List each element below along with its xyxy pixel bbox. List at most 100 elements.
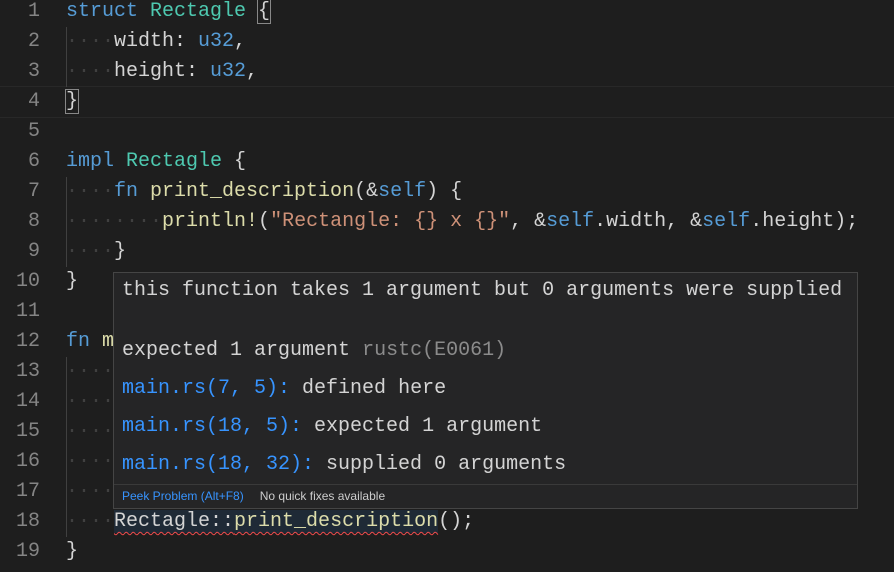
code-token: Rectagle:: (114, 510, 235, 533)
whitespace-marker: ···· (66, 240, 115, 263)
hover-status-bar: Peek Problem (Alt+F8) No quick fixes avai… (114, 484, 857, 508)
line-code: ···· (66, 447, 114, 477)
error-detail: expected 1 argument rustc(E0061) (122, 339, 506, 362)
whitespace-marker: ···· (66, 30, 115, 53)
peek-problem-button[interactable]: Peek Problem (Alt+F8) (122, 489, 244, 503)
code-token: } (66, 540, 79, 563)
code-token: Rectagle (126, 150, 235, 173)
line-code: ····Rectagle::print_description(); (66, 507, 474, 537)
line-code: ···· (66, 477, 114, 507)
line-code: } (66, 537, 78, 567)
line-number: 7 (27, 180, 40, 203)
line-code: fn m (66, 327, 114, 357)
whitespace-marker: ···· (66, 360, 115, 383)
code-token: .height); (750, 210, 859, 233)
code-token: self (378, 180, 427, 203)
related-info: main.rs(18, 32): supplied 0 arguments (122, 453, 566, 476)
error-code[interactable]: rustc(E0061) (362, 339, 506, 362)
code-token: width: (114, 30, 199, 53)
code-token: } (66, 270, 79, 293)
code-line[interactable]: 1 struct Rectagle { (0, 0, 894, 27)
code-token: "Rectangle: {} x {}" (270, 210, 511, 233)
line-code: ····height: u32, (66, 57, 258, 87)
code-token: self (702, 210, 751, 233)
indent-guide (66, 357, 67, 537)
code-line[interactable]: 19} (0, 537, 894, 567)
whitespace-marker: ···· (66, 390, 115, 413)
code-token: , & (510, 210, 547, 233)
related-text: expected 1 argument (314, 415, 543, 438)
code-line[interactable]: 9 ····} (0, 237, 894, 267)
line-code: } (64, 87, 80, 117)
code-line[interactable]: 18 ····Rectagle::print_description(); (0, 507, 894, 537)
line-code: ···· (66, 357, 114, 387)
line-number: 13 (15, 360, 40, 383)
problem-hover-widget: this function takes 1 argument but 0 arg… (113, 272, 858, 509)
whitespace-marker: ···· (114, 210, 163, 233)
code-token: u32 (210, 60, 247, 83)
line-code: struct Rectagle { (66, 0, 272, 27)
code-token: self (546, 210, 595, 233)
code-token: , (234, 30, 247, 53)
code-line[interactable]: 8 ········println!("Rectangle: {} x {}", … (0, 207, 894, 237)
line-number: 12 (15, 330, 40, 353)
code-line[interactable]: 7 ····fn print_description(&self) { (0, 177, 894, 207)
related-location-link[interactable]: main.rs(18, 32): (122, 453, 314, 476)
code-line[interactable]: 2 ····width: u32, (0, 27, 894, 57)
code-token: } (114, 240, 127, 263)
line-number: 2 (27, 30, 40, 53)
line-number: 6 (27, 150, 40, 173)
related-text: defined here (302, 377, 447, 400)
line-number: 19 (15, 540, 40, 563)
code-token: struct (66, 0, 151, 23)
code-token: fn (114, 180, 151, 203)
code-token: impl (66, 150, 127, 173)
line-number: 8 (27, 210, 40, 233)
line-number: 3 (27, 60, 40, 83)
line-number: 1 (27, 0, 40, 23)
line-code: ···· (66, 387, 114, 417)
code-token: Rectagle (150, 0, 259, 23)
line-number: 15 (15, 420, 40, 443)
code-token: { (257, 0, 272, 24)
whitespace-marker: ···· (66, 450, 115, 473)
related-info: main.rs(18, 5): expected 1 argument (122, 415, 542, 438)
code-token: print_description (150, 180, 355, 203)
whitespace-marker: ···· (66, 510, 115, 533)
no-quick-fixes-label: No quick fixes available (259, 489, 386, 503)
related-text: supplied 0 arguments (326, 453, 567, 476)
code-token: { (234, 150, 247, 173)
line-number: 10 (15, 270, 40, 293)
line-code: impl Rectagle { (66, 147, 246, 177)
related-location-link[interactable]: main.rs(18, 5): (122, 415, 302, 438)
line-number: 9 (27, 240, 40, 263)
related-location-link[interactable]: main.rs(7, 5): (122, 377, 290, 400)
code-line[interactable]: 4} (0, 86, 894, 118)
code-token: height: (114, 60, 211, 83)
code-line[interactable]: 6 impl Rectagle { (0, 147, 894, 177)
indent-guide (66, 27, 67, 87)
error-message: this function takes 1 argument but 0 arg… (122, 279, 843, 302)
code-token: println! (162, 210, 259, 233)
code-token: u32 (198, 30, 235, 53)
code-token: (& (354, 180, 379, 203)
whitespace-marker: ···· (66, 210, 115, 233)
code-token: print_description (234, 510, 439, 533)
code-token: (); (438, 510, 475, 533)
line-code: } (66, 267, 78, 297)
line-number: 16 (15, 450, 40, 473)
related-info: main.rs(7, 5): defined here (122, 377, 446, 400)
code-token: fn (66, 330, 103, 353)
code-line[interactable]: 3 ····height: u32, (0, 57, 894, 87)
whitespace-marker: ···· (66, 180, 115, 203)
line-number: 14 (15, 390, 40, 413)
line-number: 18 (15, 510, 40, 533)
line-number: 5 (27, 120, 40, 143)
code-token: .width, & (594, 210, 703, 233)
whitespace-marker: ···· (66, 60, 115, 83)
whitespace-marker: ···· (66, 420, 115, 443)
line-code: ····fn print_description(&self) { (66, 177, 462, 207)
code-line[interactable]: 5 (0, 117, 894, 147)
line-code: ····} (66, 237, 126, 267)
line-code: ···· (66, 417, 114, 447)
